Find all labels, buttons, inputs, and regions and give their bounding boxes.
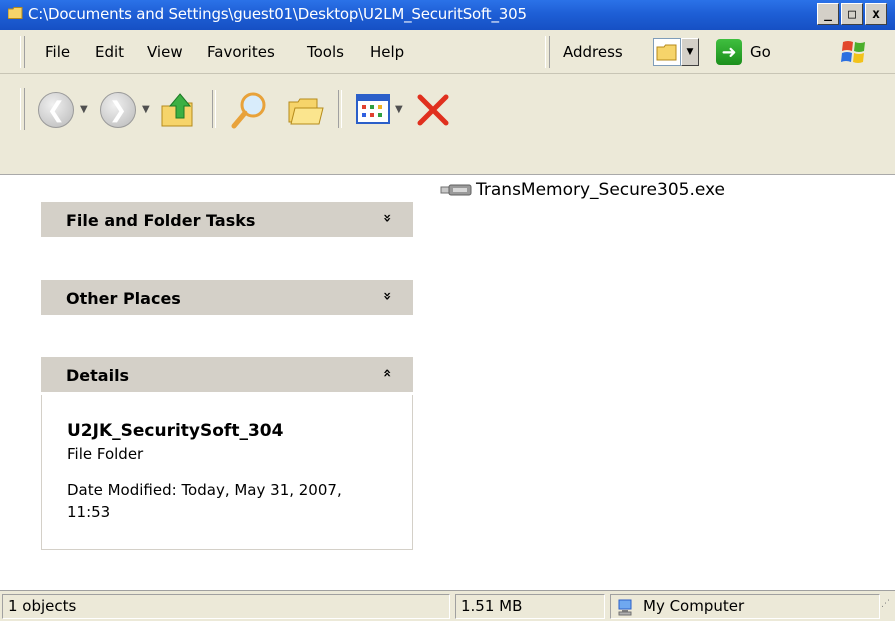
address-label: Address (563, 43, 623, 61)
up-folder-icon[interactable] (158, 88, 202, 132)
chevron-down-icon[interactable]: » (376, 285, 398, 307)
menu-view[interactable]: View (147, 43, 183, 61)
menu-tools[interactable]: Tools (307, 43, 344, 61)
details-item-name: U2JK_SecuritySoft_304 (67, 421, 284, 441)
window-title: C:\Documents and Settings\guest01\Deskto… (28, 5, 527, 23)
resize-grip[interactable]: ⋰ (881, 599, 893, 619)
close-icon: x (872, 6, 880, 22)
usb-drive-icon (440, 184, 472, 196)
back-dropdown-icon[interactable]: ▼ (80, 104, 88, 115)
windows-logo-icon (841, 41, 865, 63)
details-date-modified: Date Modified: Today, May 31, 2007, 11:5… (67, 481, 342, 521)
menu-bar: File Edit View Favorites Tools Help Addr… (0, 30, 895, 74)
chevron-down-icon: ▼ (686, 47, 694, 57)
toolbar: ❮ ▼ ❯ ▼ ▼ (0, 74, 895, 174)
address-grip[interactable] (545, 36, 550, 68)
views-dropdown-icon[interactable]: ▼ (395, 104, 403, 115)
toolbar-grip[interactable] (20, 88, 25, 130)
go-button[interactable]: ➜ (716, 39, 742, 65)
chevron-down-icon[interactable]: » (376, 207, 398, 229)
status-object-count: 1 objects (2, 594, 450, 619)
section-title: Details (66, 366, 130, 385)
search-icon[interactable] (228, 88, 272, 132)
other-places-header[interactable]: Other Places » (41, 280, 413, 315)
toolbar-separator (212, 90, 216, 128)
status-location: My Computer (610, 594, 880, 619)
folder-icon (656, 44, 677, 61)
toolbar-separator (338, 90, 342, 128)
menu-grip[interactable] (20, 36, 25, 68)
folder-icon (8, 7, 23, 19)
close-button[interactable]: x (865, 3, 887, 25)
forward-icon[interactable]: ❯ (100, 92, 136, 128)
status-size: 1.51 MB (455, 594, 605, 619)
menu-favorites[interactable]: Favorites (207, 43, 275, 61)
menu-edit[interactable]: Edit (95, 43, 124, 61)
chevron-up-icon[interactable]: « (376, 362, 398, 384)
details-panel: U2JK_SecuritySoft_304 File Folder Date M… (41, 395, 413, 550)
forward-dropdown-icon[interactable]: ▼ (142, 104, 150, 115)
address-dropdown-button[interactable]: ▼ (681, 38, 699, 66)
status-location-label: My Computer (643, 597, 745, 615)
back-icon[interactable]: ❮ (38, 92, 74, 128)
menu-help[interactable]: Help (370, 43, 404, 61)
delete-icon[interactable] (415, 92, 451, 128)
folders-icon[interactable] (285, 88, 329, 132)
title-bar[interactable]: C:\Documents and Settings\guest01\Deskto… (0, 0, 895, 30)
file-name[interactable]: TransMemory_Secure305.exe (476, 180, 725, 200)
maximize-button[interactable]: □ (841, 3, 863, 25)
section-title: File and Folder Tasks (66, 211, 256, 230)
my-computer-icon (618, 599, 632, 616)
views-icon[interactable] (355, 92, 391, 126)
minimize-icon: _ (824, 6, 832, 22)
file-folder-tasks-header[interactable]: File and Folder Tasks » (41, 202, 413, 237)
arrow-right-icon: ➜ (721, 41, 737, 63)
address-bar[interactable] (653, 38, 681, 66)
go-label[interactable]: Go (750, 43, 771, 61)
section-title: Other Places (66, 289, 181, 308)
maximize-icon: □ (848, 6, 856, 22)
status-bar: 1 objects 1.51 MB My Computer ⋰ (0, 590, 895, 621)
menu-file[interactable]: File (45, 43, 70, 61)
details-header[interactable]: Details « (41, 357, 413, 392)
minimize-button[interactable]: _ (817, 3, 839, 25)
details-item-type: File Folder (67, 445, 144, 463)
